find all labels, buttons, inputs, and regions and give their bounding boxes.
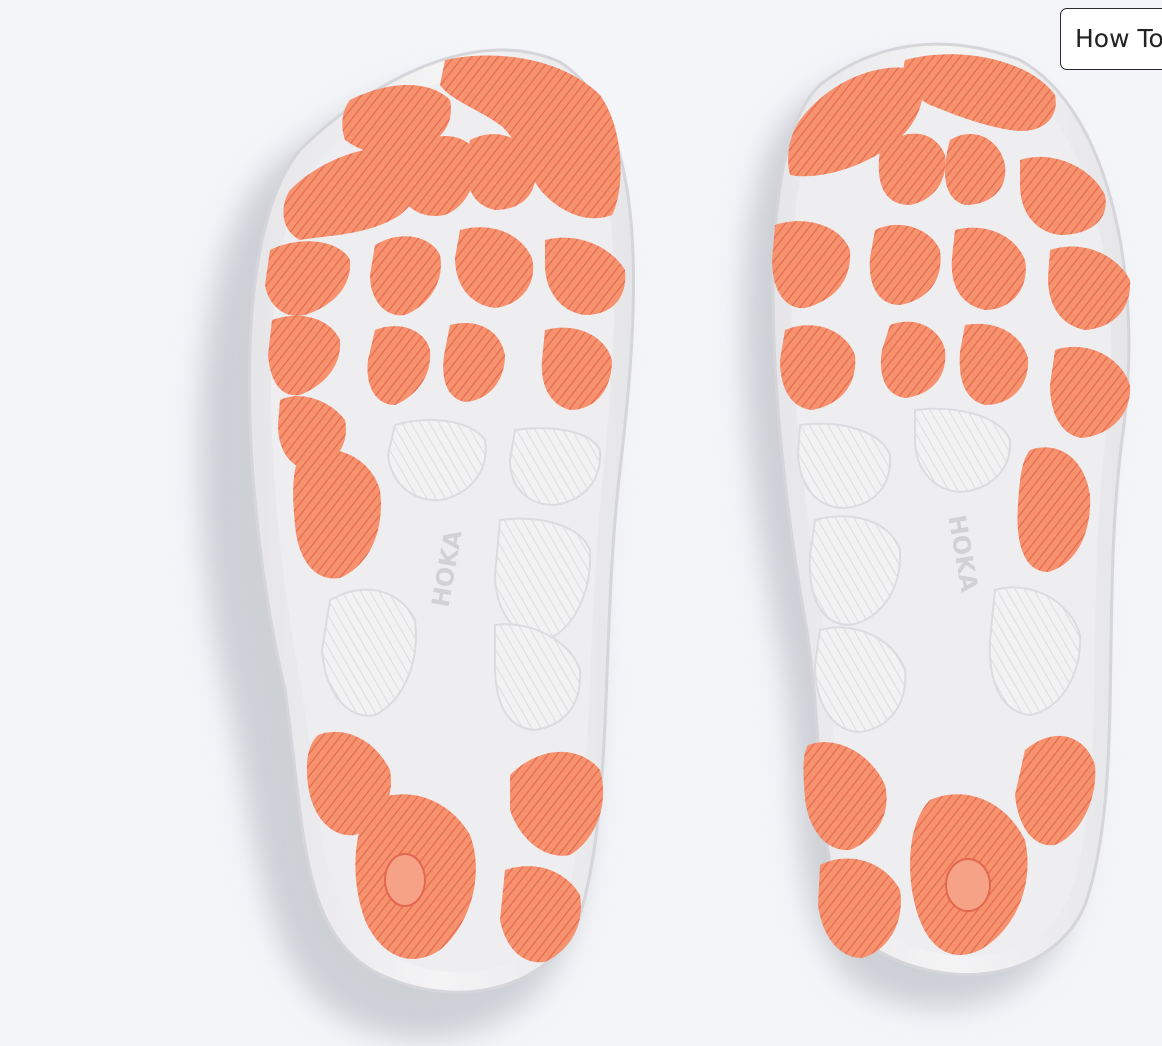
product-image-viewer: HOKA HOKA How To: [0, 0, 1162, 1046]
shoe-outsole-image: HOKA HOKA: [199, 42, 1131, 1040]
right-shoe-sole: HOKA: [743, 42, 1131, 1010]
left-shoe-sole: HOKA: [199, 48, 636, 1040]
how-to-button[interactable]: How To: [1060, 8, 1162, 70]
